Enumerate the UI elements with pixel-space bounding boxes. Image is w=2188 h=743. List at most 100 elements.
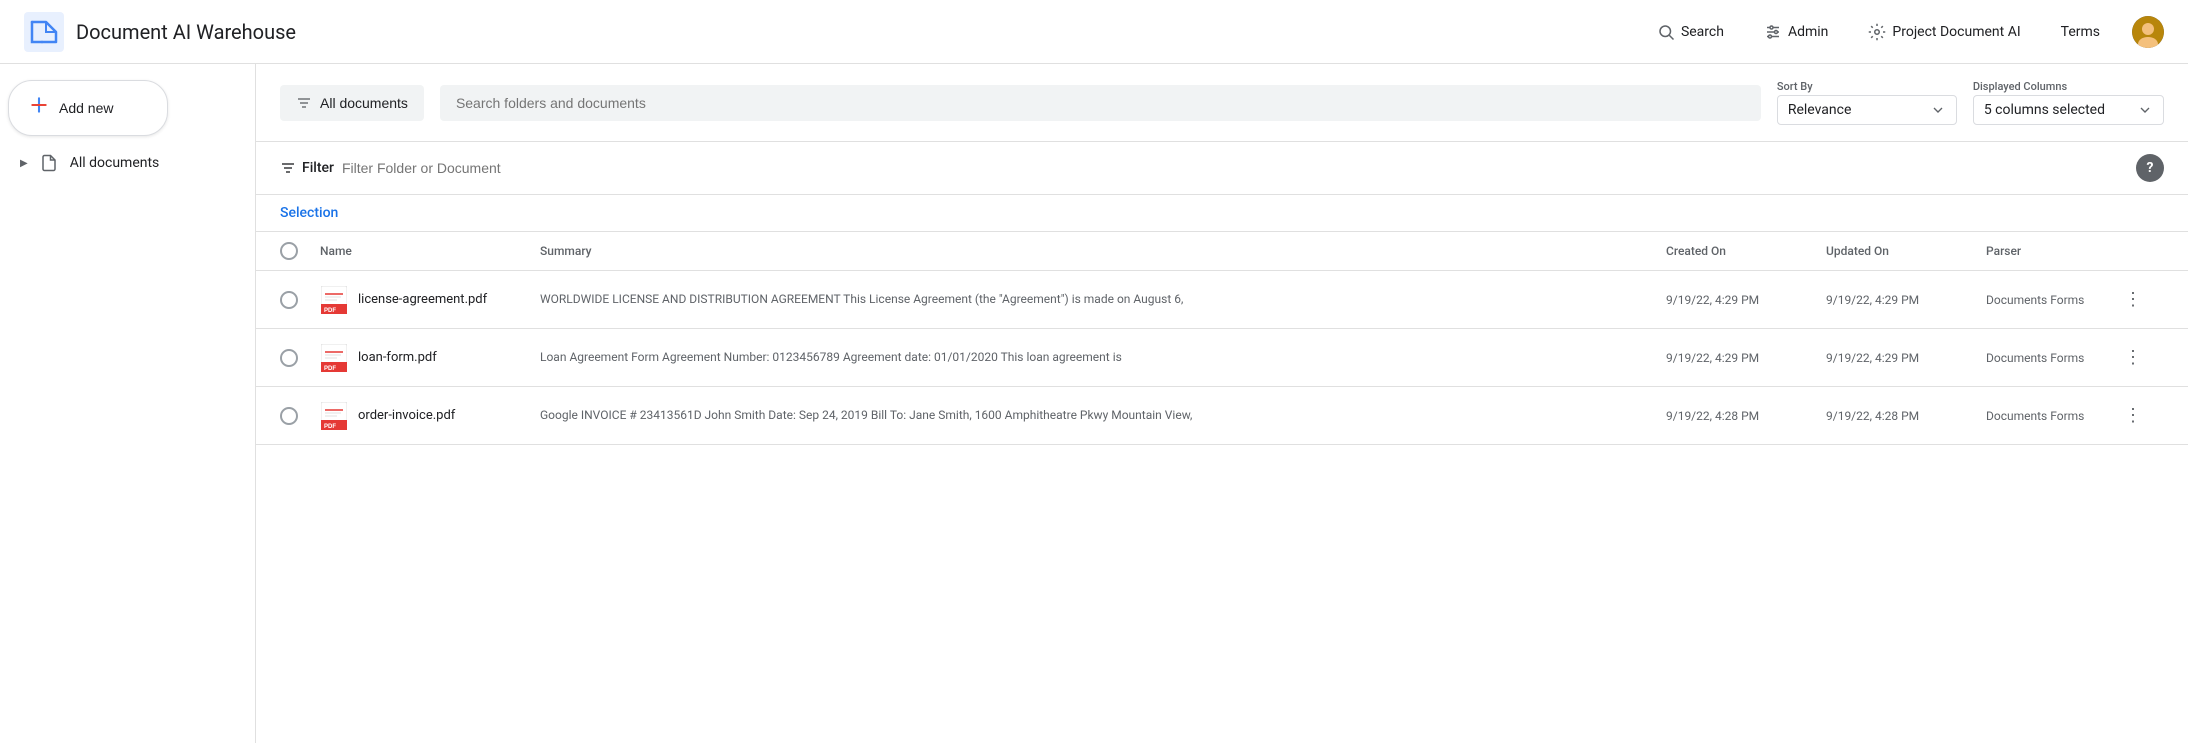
search-nav-label: Search xyxy=(1681,24,1724,40)
top-navigation: Document AI Warehouse Search Admin Proje… xyxy=(0,0,2188,64)
table-body: PDF license-agreement.pdf WORLDWIDE LICE… xyxy=(256,271,2188,445)
select-all-checkbox[interactable] xyxy=(280,242,298,260)
header-updated-on: Updated On xyxy=(1826,242,1986,260)
pdf-icon-1: PDF xyxy=(320,344,348,372)
plus-icon xyxy=(29,95,49,121)
header-checkbox xyxy=(280,242,320,260)
doc-filename-1: loan-form.pdf xyxy=(358,350,437,365)
displayed-columns-select[interactable]: 5 columns selected xyxy=(1973,95,2164,125)
avatar-icon xyxy=(2132,16,2164,48)
sidebar-item-all-documents[interactable]: ▶ All documents xyxy=(8,144,247,182)
displayed-columns-group: Displayed Columns 5 columns selected xyxy=(1973,80,2164,125)
row-select-checkbox-2[interactable] xyxy=(280,407,298,425)
row-created-1: 9/19/22, 4:29 PM xyxy=(1666,351,1826,365)
sort-by-select[interactable]: Relevance xyxy=(1777,95,1957,125)
plus-svg xyxy=(29,95,49,115)
row-summary-1: Loan Agreement Form Agreement Number: 01… xyxy=(540,349,1666,366)
sort-by-label: Sort By xyxy=(1777,80,1957,93)
search-icon xyxy=(1657,23,1675,41)
selection-link[interactable]: Selection xyxy=(280,205,338,221)
row-more-button-2[interactable]: ⋮ xyxy=(2116,401,2150,430)
documents-table: Name Summary Created On Updated On Parse… xyxy=(256,232,2188,445)
expand-arrow-icon: ▶ xyxy=(20,158,28,169)
row-name-2[interactable]: PDF order-invoice.pdf xyxy=(320,402,540,430)
settings-icon xyxy=(1868,23,1886,41)
row-parser-0: Documents Forms xyxy=(1986,293,2116,307)
table-row: PDF license-agreement.pdf WORLDWIDE LICE… xyxy=(256,271,2188,329)
row-more-0: ⋮ xyxy=(2116,285,2164,314)
header-actions xyxy=(2116,242,2164,260)
project-nav-label: Project Document AI xyxy=(1892,24,2020,40)
terms-nav-item[interactable]: Terms xyxy=(2053,16,2108,48)
row-more-button-1[interactable]: ⋮ xyxy=(2116,343,2150,372)
header-parser: Parser xyxy=(1986,242,2116,260)
svg-text:PDF: PDF xyxy=(324,424,336,430)
row-name-0[interactable]: PDF license-agreement.pdf xyxy=(320,286,540,314)
document-search-input[interactable] xyxy=(440,85,1761,121)
project-nav-item[interactable]: Project Document AI xyxy=(1860,15,2028,49)
app-logo-icon xyxy=(24,12,64,52)
header-summary: Summary xyxy=(540,242,1666,260)
search-nav-item[interactable]: Search xyxy=(1649,15,1732,49)
all-documents-label: All documents xyxy=(70,155,160,171)
row-select-checkbox-1[interactable] xyxy=(280,349,298,367)
admin-nav-label: Admin xyxy=(1788,24,1828,40)
all-documents-filter-label: All documents xyxy=(320,95,408,111)
row-checkbox-1 xyxy=(280,349,320,367)
app-title: Document AI Warehouse xyxy=(76,20,296,44)
document-icon xyxy=(40,154,58,172)
sort-value: Relevance xyxy=(1788,102,1852,118)
sort-by-group: Sort By Relevance xyxy=(1777,80,1957,125)
user-avatar[interactable] xyxy=(2132,16,2164,48)
toolbar: All documents Sort By Relevance Displaye… xyxy=(256,64,2188,142)
filter-label: Filter xyxy=(302,160,334,176)
row-summary-0: WORLDWIDE LICENSE AND DISTRIBUTION AGREE… xyxy=(540,291,1666,308)
filter-input[interactable] xyxy=(342,160,2128,176)
columns-value: 5 columns selected xyxy=(1984,102,2105,118)
chevron-down-icon xyxy=(2137,102,2153,118)
filter-button[interactable]: Filter xyxy=(280,160,334,176)
selection-row: Selection xyxy=(256,195,2188,232)
table-row: PDF order-invoice.pdf Google INVOICE # 2… xyxy=(256,387,2188,445)
row-more-1: ⋮ xyxy=(2116,343,2164,372)
filter-icon xyxy=(280,160,296,176)
main-content: All documents Sort By Relevance Displaye… xyxy=(256,64,2188,743)
row-updated-2: 9/19/22, 4:28 PM xyxy=(1826,409,1986,423)
main-layout: Add new ▶ All documents All documents xyxy=(0,64,2188,743)
row-created-2: 9/19/22, 4:28 PM xyxy=(1666,409,1826,423)
doc-filename-2: order-invoice.pdf xyxy=(358,408,455,423)
header-name: Name xyxy=(320,242,540,260)
row-more-button-0[interactable]: ⋮ xyxy=(2116,285,2150,314)
add-new-button[interactable]: Add new xyxy=(8,80,168,136)
chevron-down-icon xyxy=(1930,102,1946,118)
displayed-columns-label: Displayed Columns xyxy=(1973,80,2164,93)
row-created-0: 9/19/22, 4:29 PM xyxy=(1666,293,1826,307)
header-created-on: Created On xyxy=(1666,242,1826,260)
table-header: Name Summary Created On Updated On Parse… xyxy=(256,232,2188,271)
app-logo-area: Document AI Warehouse xyxy=(24,12,1649,52)
admin-nav-item[interactable]: Admin xyxy=(1756,15,1836,49)
row-updated-1: 9/19/22, 4:29 PM xyxy=(1826,351,1986,365)
row-more-2: ⋮ xyxy=(2116,401,2164,430)
row-checkbox-2 xyxy=(280,407,320,425)
filter-list-icon xyxy=(296,95,312,111)
add-new-label: Add new xyxy=(59,100,113,116)
help-icon[interactable]: ? xyxy=(2136,154,2164,182)
svg-text:PDF: PDF xyxy=(324,366,336,372)
doc-filename-0: license-agreement.pdf xyxy=(358,292,487,307)
row-summary-2: Google INVOICE # 23413561D John Smith Da… xyxy=(540,407,1666,424)
row-checkbox-0 xyxy=(280,291,320,309)
row-parser-1: Documents Forms xyxy=(1986,351,2116,365)
row-parser-2: Documents Forms xyxy=(1986,409,2116,423)
sidebar: Add new ▶ All documents xyxy=(0,64,256,743)
admin-icon xyxy=(1764,23,1782,41)
filter-bar: Filter ? xyxy=(256,142,2188,195)
row-select-checkbox-0[interactable] xyxy=(280,291,298,309)
top-actions: Search Admin Project Document AI Terms xyxy=(1649,15,2164,49)
pdf-icon-2: PDF xyxy=(320,402,348,430)
row-name-1[interactable]: PDF loan-form.pdf xyxy=(320,344,540,372)
row-updated-0: 9/19/22, 4:29 PM xyxy=(1826,293,1986,307)
all-documents-filter-button[interactable]: All documents xyxy=(280,85,424,121)
pdf-icon-0: PDF xyxy=(320,286,348,314)
svg-text:PDF: PDF xyxy=(324,308,336,314)
